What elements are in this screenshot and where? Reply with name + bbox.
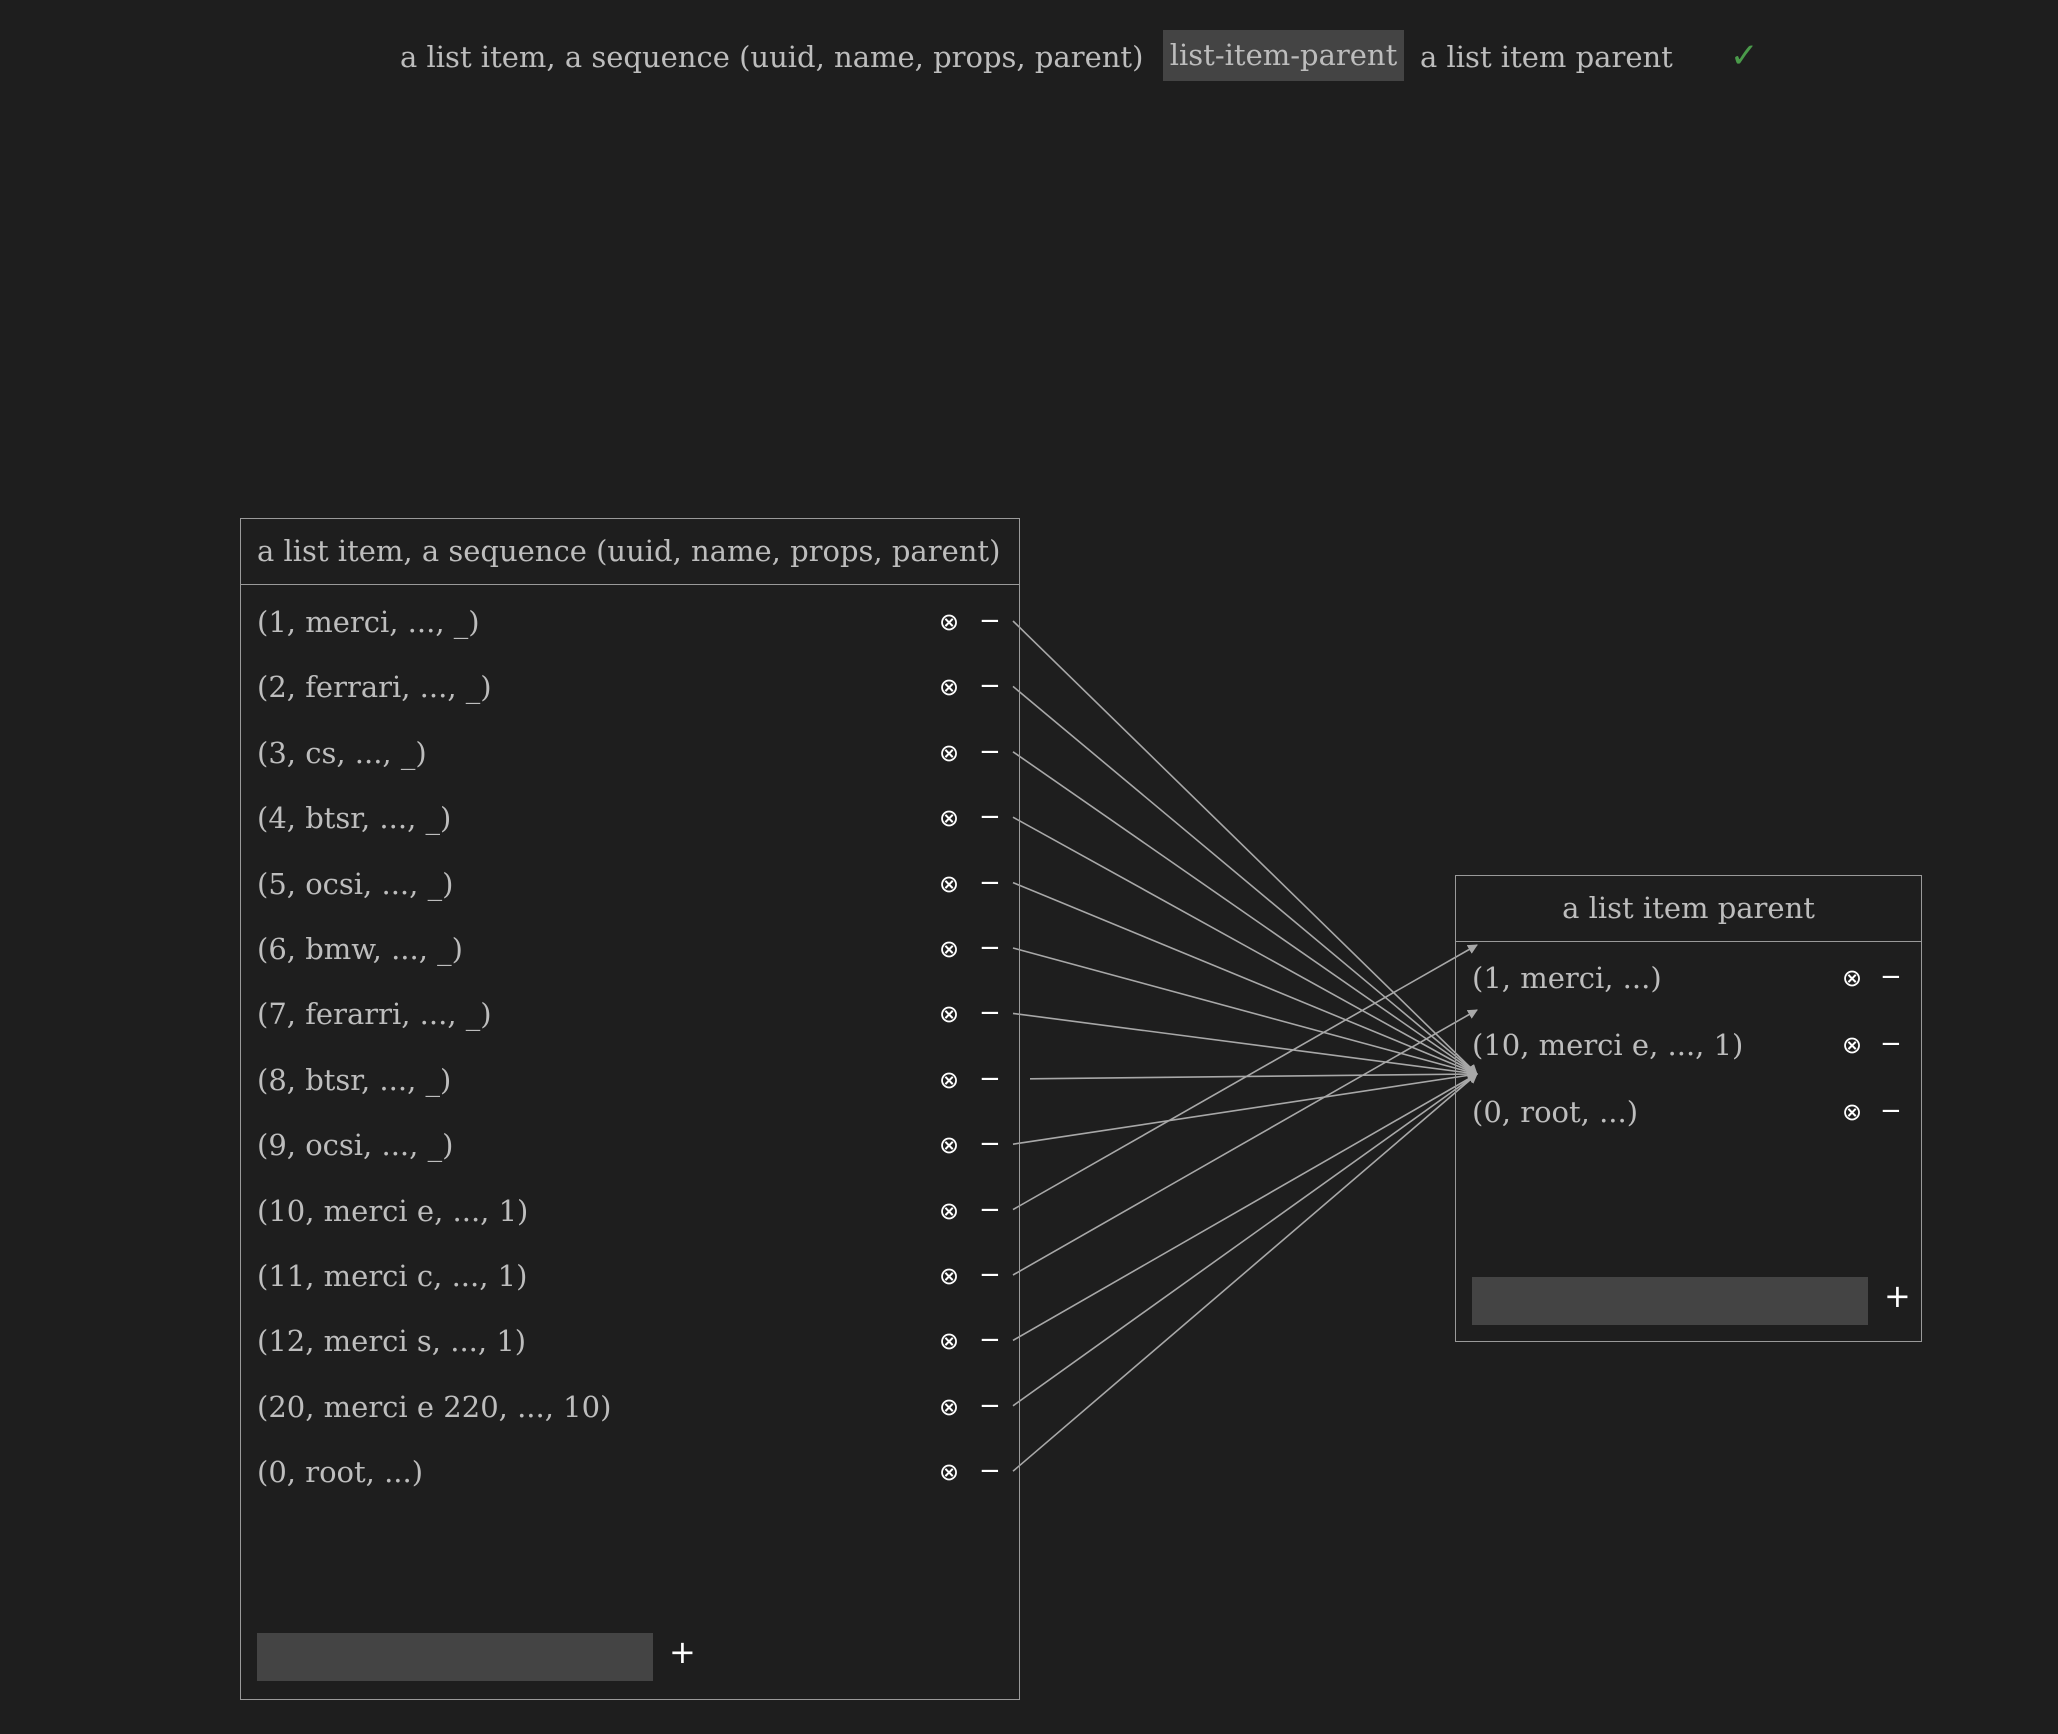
remove-row-icon[interactable]: ⊗ [939, 1120, 959, 1170]
relation-chip[interactable]: list-item-parent [1163, 30, 1404, 81]
check-icon: ✓ [1730, 36, 1759, 76]
relation-link-line [1012, 1073, 1478, 1407]
left-row-label: (20, merci e 220, ..., 10) [257, 1389, 612, 1424]
minus-icon[interactable]: − [979, 1447, 1001, 1495]
minus-icon[interactable]: − [1880, 1087, 1902, 1135]
minus-icon[interactable]: − [1880, 1020, 1902, 1068]
minus-icon[interactable]: − [979, 1382, 1001, 1430]
relation-link-line [1012, 1073, 1478, 1342]
header-right-title: a list item parent [1420, 40, 1673, 74]
right-add-button[interactable]: + [1884, 1277, 1911, 1315]
right-row-label: (0, root, ...) [1472, 1095, 1639, 1129]
minus-icon[interactable]: − [979, 989, 1001, 1037]
right-row[interactable]: (1, merci, ...) ⊗ − [1456, 953, 1921, 1003]
right-row[interactable]: (10, merci e, ..., 1) ⊗ − [1456, 1020, 1921, 1070]
left-row-label: (6, bmw, ..., _) [257, 932, 463, 966]
left-row-label: (9, ocsi, ..., _) [257, 1128, 454, 1163]
minus-icon[interactable]: − [979, 793, 1001, 841]
remove-row-icon[interactable]: ⊗ [939, 662, 959, 712]
left-row-label: (12, merci s, ..., 1) [257, 1324, 527, 1359]
left-row[interactable]: (0, root, ...) ⊗ − [241, 1447, 1019, 1497]
minus-icon[interactable]: − [979, 924, 1001, 972]
left-row[interactable]: (9, ocsi, ..., _) ⊗ − [241, 1120, 1019, 1170]
left-row[interactable]: (5, ocsi, ..., _) ⊗ − [241, 859, 1019, 909]
right-row[interactable]: (0, root, ...) ⊗ − [1456, 1087, 1921, 1137]
left-row[interactable]: (8, btsr, ..., _) ⊗ − [241, 1055, 1019, 1105]
left-panel-title: a list item, a sequence (uuid, name, pro… [241, 519, 1019, 585]
relation-link-line [1012, 685, 1478, 1075]
relation-link-line [1012, 944, 1478, 1211]
left-row-label: (0, root, ...) [257, 1455, 424, 1490]
left-row[interactable]: (10, merci e, ..., 1) ⊗ − [241, 1186, 1019, 1236]
minus-icon[interactable]: − [979, 597, 1001, 645]
right-list-panel: a list item parent (1, merci, ...) ⊗ − (10,… [1455, 875, 1922, 1342]
left-row[interactable]: (20, merci e 220, ..., 10) ⊗ − [241, 1382, 1019, 1432]
right-row-label: (10, merci e, ..., 1) [1472, 1028, 1744, 1062]
right-panel-title-text: a list item parent [1562, 891, 1815, 925]
left-row[interactable]: (4, btsr, ..., _) ⊗ − [241, 793, 1019, 843]
remove-row-icon[interactable]: ⊗ [939, 1382, 959, 1432]
left-row[interactable]: (7, ferarri, ..., _) ⊗ − [241, 989, 1019, 1039]
remove-row-icon[interactable]: ⊗ [939, 728, 959, 778]
remove-row-icon[interactable]: ⊗ [939, 597, 959, 647]
remove-row-icon[interactable]: ⊗ [939, 989, 959, 1039]
minus-icon[interactable]: − [1880, 953, 1902, 1001]
left-panel-title-text: a list item, a sequence (uuid, name, pro… [257, 534, 1001, 568]
left-row-label: (2, ferrari, ..., _) [257, 670, 492, 705]
remove-row-icon[interactable]: ⊗ [1842, 953, 1862, 1003]
left-row[interactable]: (11, merci c, ..., 1) ⊗ − [241, 1251, 1019, 1301]
left-list-panel: a list item, a sequence (uuid, name, pro… [240, 518, 1020, 1700]
relation-link-line [1012, 620, 1478, 1075]
left-row[interactable]: (1, merci, ..., _) ⊗ − [241, 597, 1019, 647]
left-add-input[interactable] [257, 1633, 653, 1681]
minus-icon[interactable]: − [979, 859, 1001, 907]
left-row[interactable]: (12, merci s, ..., 1) ⊗ − [241, 1316, 1019, 1366]
right-panel-title: a list item parent [1456, 876, 1921, 942]
header-left-title: a list item, a sequence (uuid, name, pro… [400, 40, 1144, 74]
relation-link-line [1029, 1069, 1478, 1080]
relation-link-line [1012, 1009, 1478, 1276]
relation-link-line [1012, 816, 1478, 1075]
left-row-label: (8, btsr, ..., _) [257, 1062, 452, 1097]
left-row-label: (1, merci, ..., _) [257, 605, 480, 639]
right-row-label: (1, merci, ...) [1472, 961, 1662, 995]
left-row-label: (10, merci e, ..., 1) [257, 1193, 529, 1228]
left-row-label: (4, btsr, ..., _) [257, 801, 452, 836]
relation-link-line [1012, 1073, 1478, 1472]
relation-link-line [1012, 1012, 1478, 1078]
left-row[interactable]: (6, bmw, ..., _) ⊗ − [241, 924, 1019, 974]
remove-row-icon[interactable]: ⊗ [939, 1186, 959, 1236]
remove-row-icon[interactable]: ⊗ [939, 1055, 959, 1105]
left-add-button[interactable]: + [669, 1633, 696, 1671]
remove-row-icon[interactable]: ⊗ [939, 924, 959, 974]
minus-icon[interactable]: − [979, 1316, 1001, 1364]
minus-icon[interactable]: − [979, 662, 1001, 710]
remove-row-icon[interactable]: ⊗ [1842, 1087, 1862, 1137]
left-row-label: (5, ocsi, ..., _) [257, 866, 454, 901]
remove-row-icon[interactable]: ⊗ [939, 793, 959, 843]
relation-link-line [1012, 881, 1478, 1076]
remove-row-icon[interactable]: ⊗ [1842, 1020, 1862, 1070]
minus-icon[interactable]: − [979, 1120, 1001, 1168]
remove-row-icon[interactable]: ⊗ [939, 859, 959, 909]
minus-icon[interactable]: − [979, 1186, 1001, 1234]
remove-row-icon[interactable]: ⊗ [939, 1251, 959, 1301]
minus-icon[interactable]: − [979, 1251, 1001, 1299]
left-row-label: (3, cs, ..., _) [257, 735, 427, 770]
left-row-label: (11, merci c, ..., 1) [257, 1259, 528, 1293]
relation-link-line [1012, 1070, 1478, 1145]
remove-row-icon[interactable]: ⊗ [939, 1447, 959, 1497]
left-row[interactable]: (2, ferrari, ..., _) ⊗ − [241, 662, 1019, 712]
minus-icon[interactable]: − [979, 728, 1001, 776]
relation-link-line [1012, 751, 1478, 1075]
remove-row-icon[interactable]: ⊗ [939, 1316, 959, 1366]
left-row-label: (7, ferarri, ..., _) [257, 997, 492, 1032]
relation-link-line [1012, 947, 1478, 1077]
right-add-input[interactable] [1472, 1277, 1868, 1325]
minus-icon[interactable]: − [979, 1055, 1001, 1103]
left-row[interactable]: (3, cs, ..., _) ⊗ − [241, 728, 1019, 778]
